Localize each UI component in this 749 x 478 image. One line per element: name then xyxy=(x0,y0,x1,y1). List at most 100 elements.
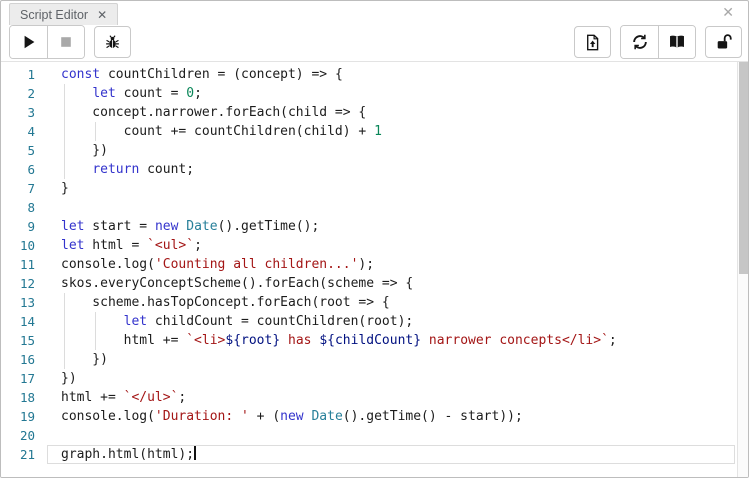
code-line[interactable]: 6 return count; xyxy=(1,160,748,179)
text-cursor xyxy=(194,445,196,460)
code-line-content: let childCount = countChildren(root); xyxy=(47,312,735,331)
stop-icon xyxy=(58,34,74,50)
indent-guide xyxy=(64,103,65,122)
code-token: concept.narrower.forEach(child => { xyxy=(61,105,366,120)
code-editor[interactable]: 1const countChildren = (concept) => {2 l… xyxy=(1,61,748,477)
code-token: return xyxy=(92,162,139,177)
code-line[interactable]: 14 let childCount = countChildren(root); xyxy=(1,312,748,331)
code-line-content: const countChildren = (concept) => { xyxy=(47,65,735,84)
code-token: Date xyxy=(186,219,217,234)
line-number: 17 xyxy=(1,369,47,388)
refresh-icon xyxy=(631,33,649,51)
line-number: 18 xyxy=(1,388,47,407)
code-token: }) xyxy=(61,143,108,158)
docs-button[interactable] xyxy=(658,26,695,58)
window-close-icon[interactable]: ✕ xyxy=(722,5,734,19)
code-line-content xyxy=(47,198,735,217)
code-token: scheme.hasTopConcept.forEach(root => { xyxy=(61,295,390,310)
code-line[interactable]: 12skos.everyConceptScheme().forEach(sche… xyxy=(1,274,748,293)
code-token: countChildren = (concept) => { xyxy=(100,67,343,82)
tab-strip: Script Editor ✕ ✕ xyxy=(1,1,748,25)
code-line-content: }) xyxy=(47,369,735,388)
run-button[interactable] xyxy=(10,26,47,58)
code-line-content: let start = new Date().getTime(); xyxy=(47,217,735,236)
code-token: html += xyxy=(61,390,124,405)
code-line[interactable]: 9let start = new Date().getTime(); xyxy=(1,217,748,236)
toolbar-left xyxy=(9,25,131,59)
code-line[interactable]: 8 xyxy=(1,198,748,217)
line-number: 16 xyxy=(1,350,47,369)
code-line[interactable]: 7} xyxy=(1,179,748,198)
line-number: 19 xyxy=(1,407,47,426)
line-number: 13 xyxy=(1,293,47,312)
code-token: 'Counting all children...' xyxy=(155,257,359,272)
code-line[interactable]: 16 }) xyxy=(1,350,748,369)
code-token: + ( xyxy=(249,409,280,424)
unlock-icon xyxy=(715,33,733,51)
reload-docs-group xyxy=(620,25,696,59)
indent-guide xyxy=(95,331,96,350)
code-line-content: return count; xyxy=(47,160,735,179)
code-token: ().getTime(); xyxy=(218,219,320,234)
debug-button[interactable] xyxy=(94,26,131,58)
line-number: 8 xyxy=(1,198,47,217)
line-number: 9 xyxy=(1,217,47,236)
code-token xyxy=(61,162,92,177)
tab-close-icon[interactable]: ✕ xyxy=(97,9,107,21)
unlock-button[interactable] xyxy=(705,26,742,58)
code-line[interactable]: 3 concept.narrower.forEach(child => { xyxy=(1,103,748,122)
line-number: 6 xyxy=(1,160,47,179)
line-number: 15 xyxy=(1,331,47,350)
code-line[interactable]: 4 count += countChildren(child) + 1 xyxy=(1,122,748,141)
code-token: const xyxy=(61,67,100,82)
code-token: start = xyxy=(84,219,154,234)
code-line[interactable]: 17}) xyxy=(1,369,748,388)
indent-guide xyxy=(64,312,65,331)
code-token: ().getTime() - start)); xyxy=(343,409,523,424)
code-token: new xyxy=(280,409,303,424)
code-token: graph.html(html); xyxy=(61,447,194,462)
code-token: }) xyxy=(61,352,108,367)
code-line-content: }) xyxy=(47,141,735,160)
reload-button[interactable] xyxy=(621,26,658,58)
indent-guide xyxy=(64,84,65,103)
indent-guide xyxy=(95,122,96,141)
code-line[interactable]: 2 let count = 0; xyxy=(1,84,748,103)
code-token: let xyxy=(124,314,147,329)
code-token: ${childCount} xyxy=(319,333,421,348)
code-token xyxy=(61,86,92,101)
code-line[interactable]: 15 html += `<li>${root} has ${childCount… xyxy=(1,331,748,350)
code-token: count = xyxy=(116,86,186,101)
code-line[interactable]: 13 scheme.hasTopConcept.forEach(root => … xyxy=(1,293,748,312)
export-script-button[interactable] xyxy=(574,26,611,58)
line-number: 1 xyxy=(1,65,47,84)
code-token: ; xyxy=(194,86,202,101)
code-line[interactable]: 18html += `</ul>`; xyxy=(1,388,748,407)
code-line-content: html += `<li>${root} has ${childCount} n… xyxy=(47,331,735,350)
tab-script-editor[interactable]: Script Editor ✕ xyxy=(9,3,118,25)
line-number: 10 xyxy=(1,236,47,255)
code-token: let xyxy=(61,219,84,234)
scrollbar-thumb[interactable] xyxy=(739,62,748,274)
code-line-content: html += `</ul>`; xyxy=(47,388,735,407)
code-line[interactable]: 1const countChildren = (concept) => { xyxy=(1,65,748,84)
code-token: 1 xyxy=(374,124,382,139)
toolbar-right xyxy=(574,25,742,59)
code-token: } xyxy=(61,181,69,196)
code-line[interactable]: 21graph.html(html); xyxy=(1,445,748,464)
code-line[interactable]: 19console.log('Duration: ' + (new Date()… xyxy=(1,407,748,426)
code-line-content: console.log('Duration: ' + (new Date().g… xyxy=(47,407,735,426)
vertical-scrollbar[interactable] xyxy=(737,62,748,477)
indent-guide xyxy=(64,141,65,160)
code-token: has xyxy=(280,333,319,348)
line-number: 12 xyxy=(1,274,47,293)
code-line-content: count += countChildren(child) + 1 xyxy=(47,122,735,141)
code-line[interactable]: 11console.log('Counting all children...'… xyxy=(1,255,748,274)
code-line[interactable]: 20 xyxy=(1,426,748,445)
code-token: narrower concepts</li>` xyxy=(421,333,609,348)
stop-button[interactable] xyxy=(47,26,84,58)
code-token: childCount = countChildren(root); xyxy=(147,314,413,329)
run-stop-group xyxy=(9,25,85,59)
code-line[interactable]: 5 }) xyxy=(1,141,748,160)
code-line[interactable]: 10let html = `<ul>`; xyxy=(1,236,748,255)
